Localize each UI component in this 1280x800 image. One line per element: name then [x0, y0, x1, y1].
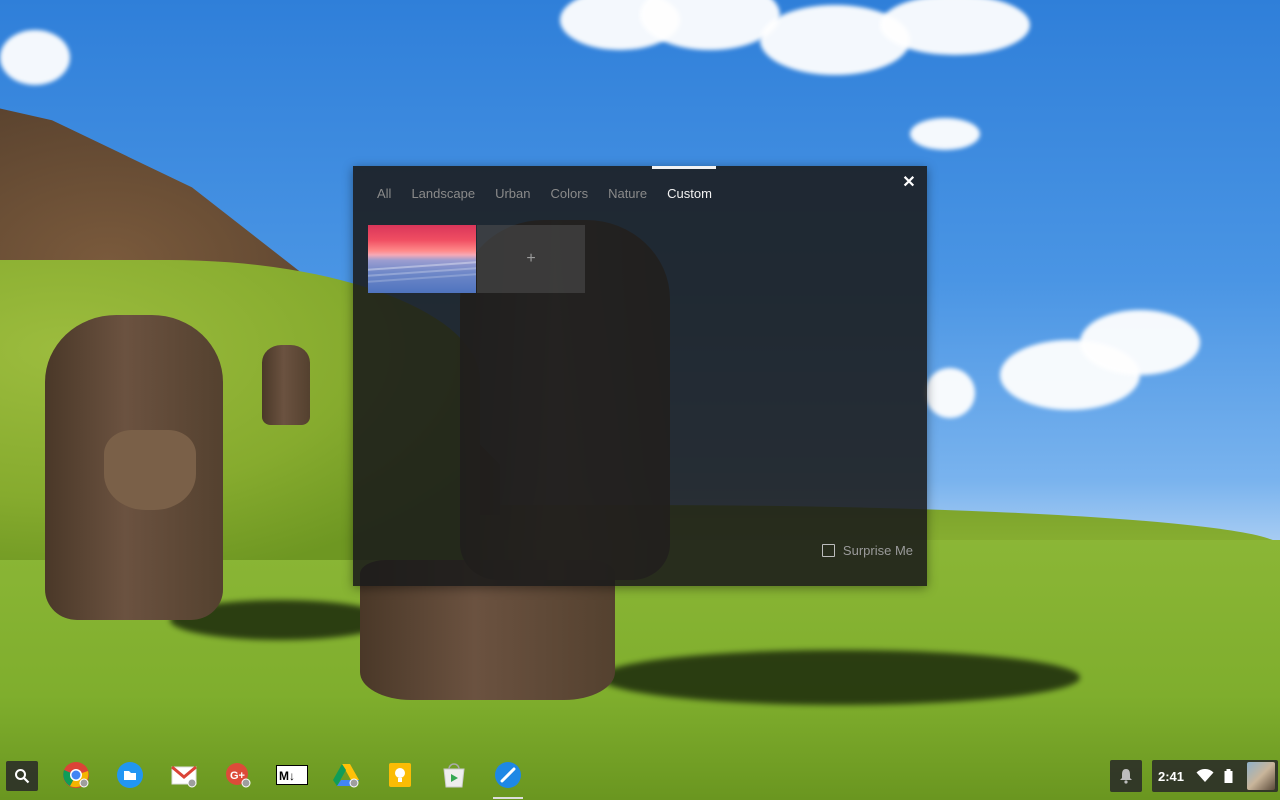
keep-icon[interactable]	[386, 761, 414, 789]
add-wallpaper-button[interactable]: +	[477, 225, 585, 293]
category-tabs: All Landscape Urban Colors Nature Custom	[367, 180, 722, 207]
close-icon[interactable]: ✕	[901, 175, 917, 191]
launcher-button[interactable]	[6, 761, 38, 791]
surprise-me-checkbox[interactable]	[821, 544, 835, 557]
svg-text:M↓: M↓	[279, 769, 295, 783]
wallpaper-grid: +	[368, 225, 585, 293]
active-app-indicator	[493, 797, 523, 799]
chrome-icon[interactable]	[62, 761, 90, 789]
status-tray[interactable]: 2:41	[1152, 760, 1278, 792]
clock: 2:41	[1158, 768, 1185, 784]
tab-landscape[interactable]: Landscape	[401, 180, 485, 207]
avatar[interactable]	[1247, 762, 1275, 790]
custom-wallpaper-thumbnail[interactable]	[368, 225, 476, 293]
tab-nature[interactable]: Nature	[598, 180, 657, 207]
surprise-me-label: Surprise Me	[842, 543, 913, 558]
shelf: G+ M↓ 2:41	[0, 751, 1280, 800]
wifi-icon	[1196, 769, 1214, 782]
gmail-icon[interactable]	[170, 761, 198, 789]
active-tab-indicator	[652, 166, 716, 169]
drive-icon[interactable]	[332, 761, 360, 789]
search-icon	[15, 769, 30, 784]
notifications-button[interactable]	[1110, 760, 1142, 792]
wallpaper-picker-dialog: All Landscape Urban Colors Nature Custom…	[353, 166, 927, 586]
plus-icon: +	[526, 250, 536, 267]
tab-custom[interactable]: Custom	[657, 180, 722, 207]
tab-colors[interactable]: Colors	[541, 180, 599, 207]
tab-all[interactable]: All	[367, 180, 401, 207]
bell-icon	[1120, 769, 1132, 784]
battery-icon	[1224, 769, 1233, 783]
surprise-me-toggle[interactable]: Surprise Me	[821, 543, 913, 558]
play-store-icon[interactable]	[440, 761, 468, 789]
markdown-icon[interactable]: M↓	[276, 761, 308, 789]
google-plus-icon[interactable]: G+	[224, 761, 252, 789]
tab-urban[interactable]: Urban	[485, 180, 540, 207]
paint-icon[interactable]	[494, 761, 522, 789]
files-icon[interactable]	[116, 761, 144, 789]
